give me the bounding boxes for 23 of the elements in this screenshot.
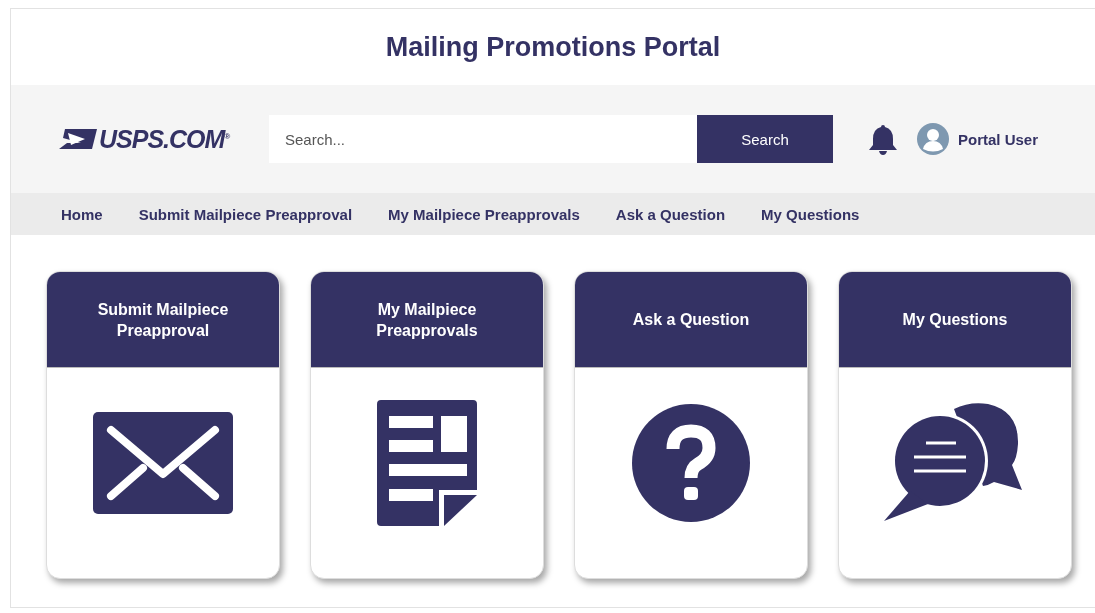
notification-bell-icon[interactable] xyxy=(867,123,899,155)
nav-link[interactable]: Home xyxy=(61,205,103,223)
card-header: Submit Mailpiece Preapproval xyxy=(47,272,279,368)
envelope-icon xyxy=(93,412,233,514)
feature-card[interactable]: Submit Mailpiece Preapproval xyxy=(46,271,280,579)
search-field[interactable]: Search... xyxy=(269,115,697,163)
document-icon xyxy=(377,400,477,526)
card-header: My Questions xyxy=(839,272,1071,368)
avatar-icon[interactable] xyxy=(917,123,949,155)
nav-link[interactable]: Submit Mailpiece Preapproval xyxy=(138,205,353,223)
nav-link[interactable]: My Questions xyxy=(761,205,860,223)
nav-link[interactable]: Ask a Question xyxy=(615,205,726,223)
feature-card[interactable]: Ask a Question xyxy=(574,271,808,579)
nav-link[interactable]: My Mailpiece Preapprovals xyxy=(388,205,580,223)
feature-card[interactable]: My Questions xyxy=(838,271,1072,579)
search-button[interactable]: Search xyxy=(697,115,833,163)
card-header: Ask a Question xyxy=(575,272,807,368)
usps-logo[interactable]: USPS.COM$^{®}$ xyxy=(99,124,230,154)
card-header: My Mailpiece Preapprovals xyxy=(311,272,543,368)
help-icon xyxy=(632,404,750,522)
feature-card[interactable]: My Mailpiece Preapprovals xyxy=(310,271,544,579)
user-name[interactable]: Portal User xyxy=(958,130,1039,148)
portal-title: Mailing Promotions Portal xyxy=(385,31,721,63)
